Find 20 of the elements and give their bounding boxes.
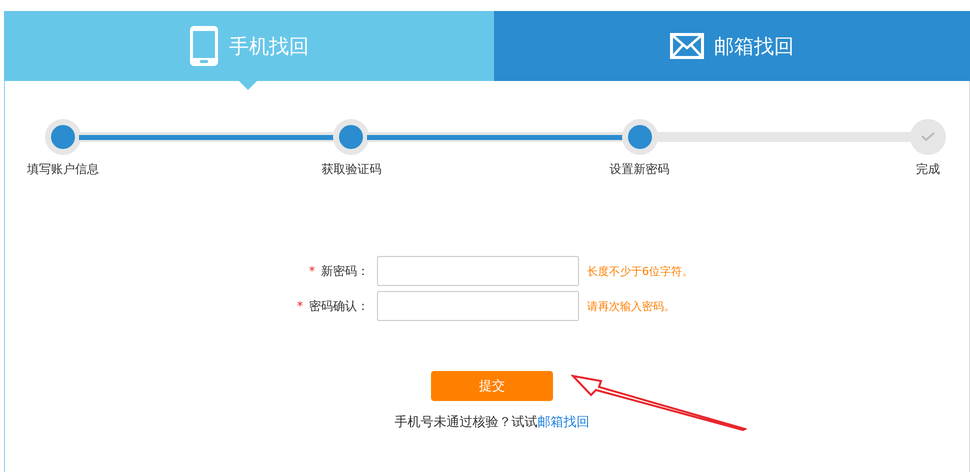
submit-button[interactable]: 提交 [431,371,553,401]
password-field[interactable] [377,291,579,321]
step-label: 获取验证码 [321,161,382,178]
step-label: 完成 [916,161,940,178]
check-icon [920,132,935,142]
footer-text: 手机号未通过核验？试试 [394,415,538,430]
required-mark: * [297,298,303,312]
phone-icon [189,25,219,67]
field-label: 新密码： [321,264,369,278]
step-label: 设置新密码 [610,161,670,178]
email-recovery-link[interactable]: 邮箱找回 [538,415,590,430]
step-label: 填写账户信息 [27,161,99,178]
password-field[interactable] [377,256,579,286]
field-hint: 长度不少于6位字符。 [587,264,693,278]
field-hint: 请再次输入密码。 [587,298,675,314]
envelope-icon [670,33,704,59]
pointer-icon [239,81,257,90]
field-label: 密码确认： [309,298,369,312]
required-mark: * [309,264,315,278]
tab[interactable]: 邮箱找回 [494,11,970,81]
